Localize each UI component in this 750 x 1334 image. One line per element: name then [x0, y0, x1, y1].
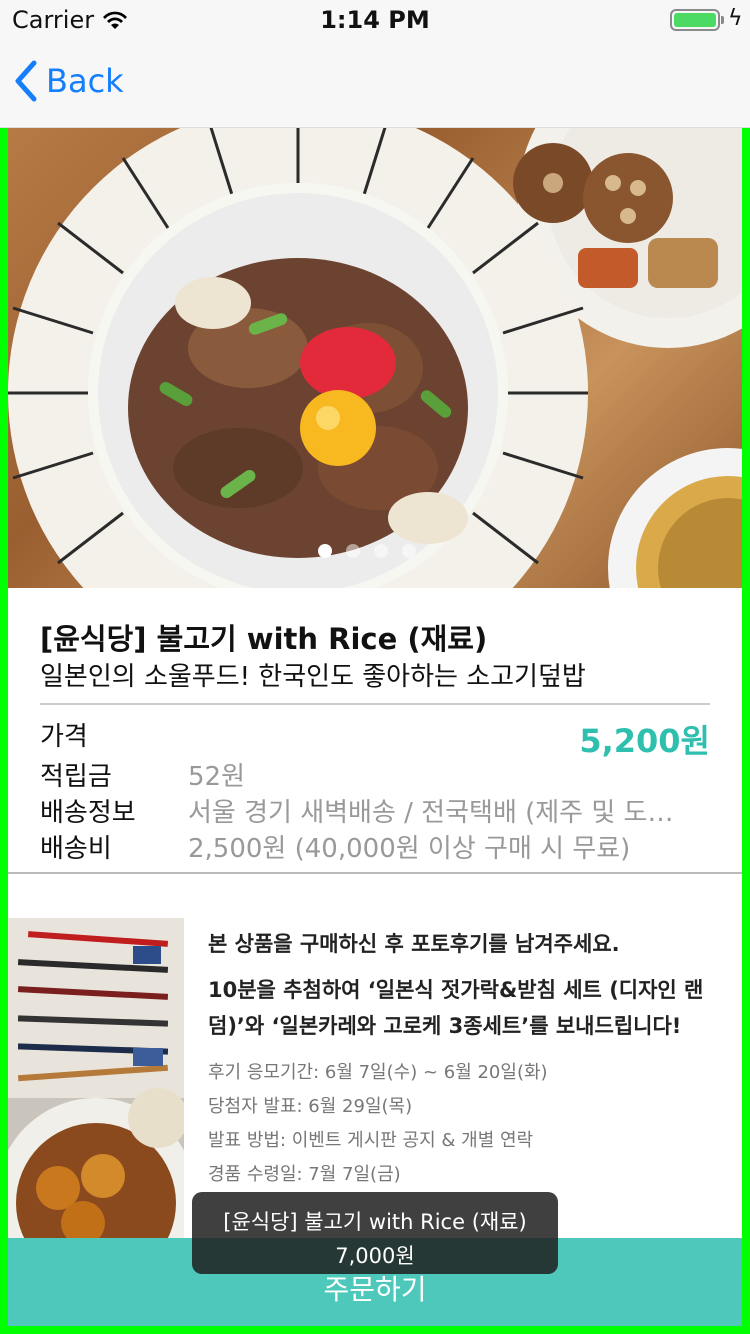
product-image-carousel[interactable] [8, 128, 742, 588]
shipping-value: 2,500원 (40,000원 이상 구매 시 무료) [188, 834, 631, 864]
points-value: 52원 [188, 762, 246, 792]
cart-toast: [윤식당] 불고기 with Rice (재료) 7,000원 [192, 1192, 558, 1274]
chopsticks-curry-photo [8, 918, 184, 1248]
carousel-dot[interactable] [374, 544, 388, 558]
promo-text: 본 상품을 구매하신 후 포토후기를 남겨주세요. 10분을 추첨하여 ‘일본식… [208, 926, 718, 1192]
shipping-label: 배송비 [40, 834, 112, 864]
battery-tip [721, 16, 724, 24]
battery-icon [670, 9, 720, 31]
charging-icon: ϟ [728, 6, 743, 31]
points-label: 적립금 [40, 762, 112, 792]
navigation-bar: Back [0, 40, 750, 128]
promo-image [8, 918, 184, 1248]
product-subtitle: 일본인의 소울푸드! 한국인도 좋아하는 소고기덮밥 [40, 662, 586, 692]
product-title: [윤식당] 불고기 with Rice (재료) [40, 622, 488, 656]
promo-period: 후기 응모기간: 6월 7일(수) ~ 6월 20일(화) [208, 1062, 548, 1083]
delivery-value: 서울 경기 새벽배송 / 전국택배 (제주 및 도… [188, 798, 674, 828]
carousel-dot[interactable] [346, 544, 360, 558]
promo-headline: 본 상품을 구매하신 후 포토후기를 남겨주세요. [208, 932, 620, 956]
toast-price: 7,000원 [335, 1244, 415, 1268]
promo-method: 발표 방법: 이벤트 게시판 공지 & 개별 연락 [208, 1130, 534, 1151]
delivery-label: 배송정보 [40, 798, 136, 828]
promo-announcement: 당첨자 발표: 6월 29일(목) [208, 1096, 413, 1117]
status-bar: Carrier 1:14 PM ϟ [0, 0, 750, 40]
back-button[interactable]: Back [14, 60, 124, 102]
clock: 1:14 PM [320, 6, 430, 34]
promo-receive-date: 경품 수령일: 7월 7일(금) [208, 1164, 401, 1185]
promo-prize: 10분을 추첨하여 ‘일본식 젓가락&받침 세트 (디자인 랜덤)’와 ‘일본카… [208, 978, 704, 1038]
bulgogi-bowl-photo [8, 128, 742, 588]
divider [40, 703, 710, 705]
product-info: [윤식당] 불고기 with Rice (재료) 일본인의 소울푸드! 한국인도… [8, 588, 742, 874]
carousel-indicator [318, 544, 416, 558]
carousel-dot[interactable] [402, 544, 416, 558]
price-label: 가격 [40, 722, 88, 752]
product-detail[interactable]: [윤식당] 불고기 with Rice (재료) 일본인의 소울푸드! 한국인도… [0, 128, 750, 1334]
carousel-dot[interactable] [318, 544, 332, 558]
chevron-left-icon [15, 60, 37, 102]
order-button-label: 주문하기 [323, 1273, 427, 1306]
toast-product-name: [윤식당] 불고기 with Rice (재료) [223, 1210, 527, 1234]
back-label: Back [46, 62, 124, 100]
